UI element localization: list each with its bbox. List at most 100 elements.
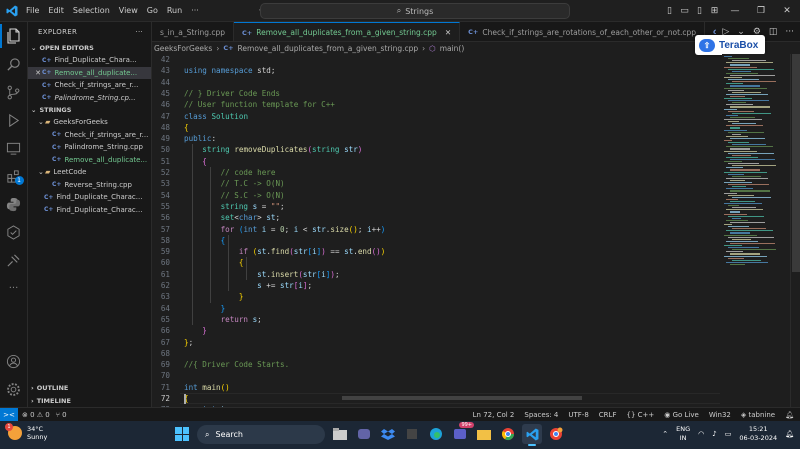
taskbar-search[interactable]: ⌕ Search xyxy=(197,425,325,444)
scrollbar-thumb[interactable] xyxy=(792,54,800,272)
chrome-app-icon[interactable] xyxy=(498,424,518,444)
command-search-box[interactable]: ⌕ Strings xyxy=(260,3,570,19)
cursor-position[interactable]: Ln 72, Col 2 xyxy=(473,411,515,419)
dark-app-icon[interactable] xyxy=(402,424,422,444)
folder-geeksforgeeks[interactable]: ⌄ ▰ GeeksForGeeks xyxy=(28,116,151,129)
close-icon[interactable]: ✕ xyxy=(34,69,42,77)
split-editor-icon[interactable]: ◫ xyxy=(769,27,778,37)
file-item[interactable]: ✕ C+ Remove_all_duplicate... xyxy=(28,66,151,79)
menu-item[interactable]: Go xyxy=(147,6,158,15)
breadcrumb-file[interactable]: Remove_all_duplicates_from_a_given_strin… xyxy=(238,44,419,53)
code-line[interactable]: using namespace std; xyxy=(184,65,275,76)
start-button[interactable] xyxy=(175,427,189,441)
file-item[interactable]: C+ Check_if_strings_are_r... xyxy=(28,129,151,142)
volume-icon[interactable]: ♪ xyxy=(712,430,716,438)
code-line[interactable]: // code here xyxy=(184,167,276,178)
remote-indicator[interactable]: >< xyxy=(0,407,18,422)
wifi-icon[interactable]: ◠ xyxy=(698,430,704,438)
tab-1[interactable]: C+ Remove_all_duplicates_from_a_given_str… xyxy=(234,22,461,41)
weather-widget[interactable]: 1 34°C Sunny xyxy=(5,423,47,441)
code-line[interactable]: { xyxy=(184,235,226,246)
live-share-icon[interactable] xyxy=(0,246,28,274)
code-line[interactable]: { xyxy=(184,156,207,167)
close-icon[interactable]: ✕ xyxy=(445,28,451,37)
file-explorer-app-icon[interactable] xyxy=(330,424,350,444)
problems-indicator[interactable]: ⊗ 0 ⚠ 0 xyxy=(22,411,50,419)
outline-section[interactable]: › OUTLINE xyxy=(28,381,151,394)
file-item[interactable]: C+ Find_Duplicate_Charac... xyxy=(28,191,151,204)
folder-leetcode[interactable]: ⌄ ▰ LeetCode xyxy=(28,166,151,179)
code-line[interactable]: if (st.find(str[i]) == st.end()) xyxy=(184,246,385,257)
minimap[interactable] xyxy=(722,54,790,407)
file-item[interactable]: C+ Palindrome_String.cp... xyxy=(28,92,151,105)
explorer-icon[interactable] xyxy=(0,22,28,50)
code-line[interactable]: } xyxy=(184,303,226,314)
code-line[interactable]: s += str[i]; xyxy=(184,280,312,291)
run-debug-icon[interactable] xyxy=(0,106,28,134)
timeline-section[interactable]: › TIMELINE xyxy=(28,394,151,407)
file-item[interactable]: C+ Find_Duplicate_Charac... xyxy=(28,204,151,217)
files-app-icon[interactable] xyxy=(474,424,494,444)
extensions-icon[interactable]: 1 xyxy=(0,162,28,190)
layout-sidebar-icon[interactable]: ▯ xyxy=(662,0,677,22)
file-item[interactable]: C+ Palindrome_String.cpp xyxy=(28,141,151,154)
vertical-scrollbar[interactable] xyxy=(790,54,800,407)
search-icon[interactable] xyxy=(0,50,28,78)
language-indicator[interactable]: ENG IN xyxy=(676,425,690,443)
file-item[interactable]: C+ Remove_all_duplicate... xyxy=(28,154,151,167)
breadcrumb-symbol[interactable]: main() xyxy=(440,44,465,53)
account-icon[interactable] xyxy=(0,347,28,375)
breadcrumb-folder[interactable]: GeeksForGeeks xyxy=(154,44,212,53)
settings-gear-icon[interactable] xyxy=(0,375,28,403)
encoding[interactable]: UTF-8 xyxy=(568,411,588,419)
go-live-button[interactable]: ◉ Go Live xyxy=(664,411,699,419)
remote-explorer-icon[interactable] xyxy=(0,134,28,162)
code-line[interactable]: class Solution xyxy=(184,111,248,122)
code-line[interactable]: // T.C -> O(N) xyxy=(184,178,285,189)
more-actions-icon[interactable]: ··· xyxy=(785,27,794,37)
edge-app-icon[interactable] xyxy=(426,424,446,444)
chrome-profile-app-icon[interactable] xyxy=(546,424,566,444)
close-window-button[interactable]: ✕ xyxy=(774,0,800,22)
code-line[interactable]: public: xyxy=(184,133,216,144)
teams-app-icon[interactable]: 99+ xyxy=(450,422,474,444)
battery-icon[interactable]: ▭ xyxy=(725,430,732,438)
code-line[interactable]: //{ Driver Code Starts. xyxy=(184,359,289,370)
code-line[interactable]: for (int i = 0; i < str.size(); i++) xyxy=(184,224,386,235)
source-control-icon[interactable] xyxy=(0,78,28,106)
python-icon[interactable] xyxy=(0,190,28,218)
menu-item[interactable]: File xyxy=(26,6,39,15)
code-line[interactable]: return s; xyxy=(184,314,262,325)
chevron-up-icon[interactable]: ⌃ xyxy=(662,430,668,438)
layout-custom-icon[interactable]: ⊞ xyxy=(707,0,722,22)
meet-app-icon[interactable] xyxy=(354,424,374,444)
menu-item[interactable]: Run xyxy=(167,6,182,15)
notifications-bell-icon[interactable]: 🔔︎ xyxy=(785,430,794,438)
platform-indicator[interactable]: Win32 xyxy=(709,411,731,419)
code-editor[interactable]: 42 43 using namespace std; 44 45 // } Driver … xyxy=(152,54,722,407)
code-line[interactable]: st.insert(str[i]); xyxy=(184,269,339,280)
maximize-button[interactable]: ❐ xyxy=(748,0,774,22)
layout-panel-icon[interactable]: ▭ xyxy=(677,0,692,22)
code-line[interactable]: }; xyxy=(184,337,193,348)
layout-secondary-icon[interactable]: ▯ xyxy=(692,0,707,22)
more-views-icon[interactable]: ··· xyxy=(0,274,28,302)
file-item[interactable]: C+ Reverse_String.cpp xyxy=(28,179,151,192)
line-ending[interactable]: CRLF xyxy=(599,411,617,419)
menu-item[interactable]: Selection xyxy=(73,6,110,15)
menu-item[interactable]: Edit xyxy=(48,6,64,15)
ports-indicator[interactable]: ⑂ 0 xyxy=(56,411,67,419)
open-editors-section[interactable]: ⌄ OPEN EDITORS xyxy=(28,42,151,54)
menu-item[interactable]: ··· xyxy=(191,6,199,15)
code-line[interactable]: string s = ""; xyxy=(184,201,285,212)
vscode-app-icon[interactable] xyxy=(522,424,542,446)
code-line[interactable]: // S.C -> O(N) xyxy=(184,190,285,201)
language-mode[interactable]: {} C++ xyxy=(626,411,654,419)
menu-item[interactable]: View xyxy=(119,6,138,15)
code-line[interactable]: } xyxy=(184,325,207,336)
code-line[interactable]: { xyxy=(184,122,189,133)
dropbox-app-icon[interactable] xyxy=(378,424,398,444)
file-item[interactable]: C+ Find_Duplicate_Chara... xyxy=(28,54,151,67)
notifications-bell-icon[interactable]: 🔔︎ xyxy=(785,411,794,419)
file-item[interactable]: C+ Check_if_strings_are_r... xyxy=(28,79,151,92)
